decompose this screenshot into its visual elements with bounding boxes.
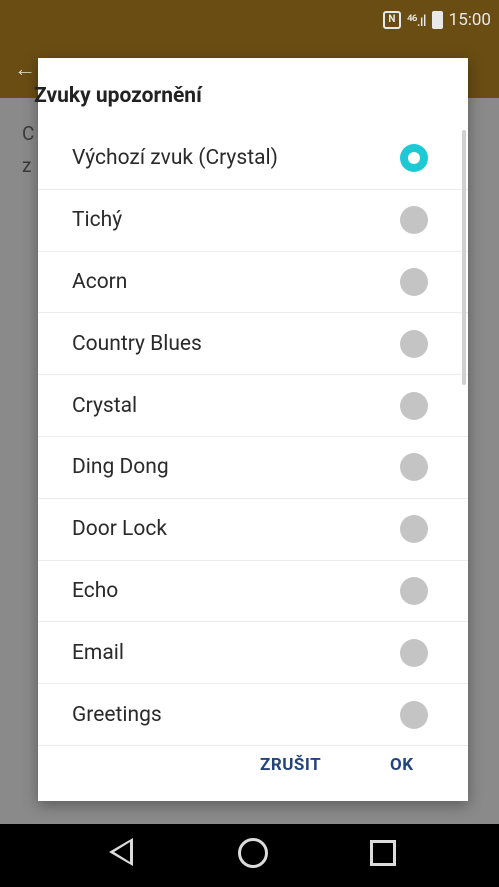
clock: 15:00	[448, 10, 491, 30]
list-item-label: Echo	[72, 578, 119, 603]
radio-unselected-icon[interactable]	[400, 206, 428, 235]
ok-button[interactable]: OK	[390, 755, 414, 775]
dialog-title: Zvuky upozornění	[34, 84, 202, 108]
list-item[interactable]: Greetings	[38, 684, 468, 746]
list-item[interactable]: Country Blues	[38, 313, 468, 376]
status-icons: N ⁴⁶.ıl 15:00	[382, 8, 491, 32]
list-item[interactable]: Ding Dong	[38, 437, 468, 499]
list-item[interactable]: Výchozí zvuk (Crystal)	[38, 128, 468, 190]
radio-unselected-icon[interactable]	[400, 638, 428, 667]
radio-unselected-icon[interactable]	[400, 267, 428, 296]
list-item[interactable]: Tichý	[38, 190, 468, 252]
ringtone-list: Výchozí zvuk (Crystal) Tichý Acorn Count…	[38, 128, 468, 748]
list-item[interactable]: Door Lock	[38, 499, 468, 561]
list-item-label: Acorn	[72, 269, 128, 294]
radio-unselected-icon[interactable]	[400, 453, 428, 482]
nav-home-icon[interactable]	[238, 838, 268, 868]
cancel-button[interactable]: ZRUŠIT	[260, 755, 321, 775]
list-item-label: Tichý	[72, 208, 123, 233]
signal-icon: ⁴⁶.ıl	[406, 10, 427, 30]
list-item-label: Crystal	[72, 393, 138, 418]
background-text-line: z	[22, 154, 32, 177]
nfc-icon: N	[382, 11, 401, 29]
background-text-line: C	[22, 122, 35, 145]
list-item-label: Country Blues	[72, 331, 202, 356]
list-item[interactable]: Crystal	[38, 375, 468, 437]
list-item[interactable]: Acorn	[38, 252, 468, 314]
battery-icon	[431, 11, 443, 29]
nav-recent-apps-icon[interactable]	[370, 840, 396, 866]
back-arrow-icon[interactable]: ←	[14, 56, 36, 82]
list-item[interactable]: Email	[38, 622, 468, 685]
radio-unselected-icon[interactable]	[400, 576, 428, 605]
navigation-bar	[0, 824, 499, 887]
nav-back-icon[interactable]	[109, 838, 133, 866]
list-item[interactable]: Echo	[38, 561, 468, 623]
list-item-label: Ding Dong	[72, 455, 169, 480]
radio-unselected-icon[interactable]	[400, 329, 428, 358]
radio-selected-icon[interactable]	[400, 144, 428, 173]
scrollbar[interactable]	[462, 130, 466, 385]
status-bar: N ⁴⁶.ıl 15:00	[0, 0, 499, 40]
list-item-label: Greetings	[72, 702, 162, 727]
radio-unselected-icon[interactable]	[400, 515, 428, 544]
list-item-label: Door Lock	[72, 517, 167, 542]
radio-unselected-icon[interactable]	[400, 391, 428, 420]
list-item-label: Email	[72, 640, 124, 665]
list-item-label: Výchozí zvuk (Crystal)	[72, 146, 278, 171]
radio-unselected-icon[interactable]	[400, 700, 428, 729]
